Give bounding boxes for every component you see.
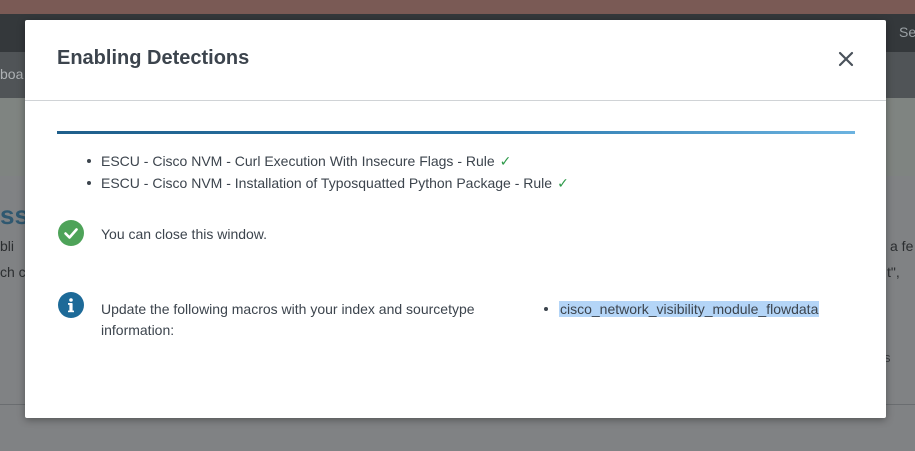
macro-list: cisco_network_visibility_module_flowdata [535, 299, 820, 320]
background-text-fragment: a fe [890, 238, 914, 254]
check-icon: ✓ [557, 175, 569, 191]
check-circle-icon [58, 220, 84, 246]
rule-item: ESCU - Cisco NVM - Installation of Typos… [83, 174, 569, 196]
rule-list: ESCU - Cisco NVM - Curl Execution With I… [83, 152, 569, 196]
rule-item: ESCU - Cisco NVM - Curl Execution With I… [83, 152, 569, 174]
macro-item: cisco_network_visibility_module_flowdata [535, 299, 820, 320]
background-text-fragment: t", [887, 264, 900, 280]
close-button[interactable] [833, 46, 859, 72]
rule-label: ESCU - Cisco NVM - Installation of Typos… [101, 175, 553, 191]
background-text-fragment: ch c [0, 264, 26, 280]
background-text-fragment: bli [0, 238, 15, 254]
background-topbar [0, 0, 915, 14]
info-circle-icon [58, 292, 84, 318]
enabling-detections-modal: Enabling Detections ESCU - Cisco NVM - C… [25, 20, 886, 418]
close-icon [838, 51, 854, 67]
modal-header: Enabling Detections [25, 20, 886, 101]
success-message: You can close this window. [101, 226, 268, 242]
macro-name[interactable]: cisco_network_visibility_module_flowdata [559, 301, 820, 317]
background-search-fragment: Se [899, 24, 915, 40]
rule-label: ESCU - Cisco NVM - Curl Execution With I… [101, 153, 495, 169]
check-icon: ✓ [499, 153, 512, 169]
modal-title: Enabling Detections [57, 47, 250, 69]
background-nav-fragment: boa [0, 66, 24, 82]
info-message: Update the following macros with your in… [101, 301, 475, 338]
progress-bar [57, 131, 855, 134]
